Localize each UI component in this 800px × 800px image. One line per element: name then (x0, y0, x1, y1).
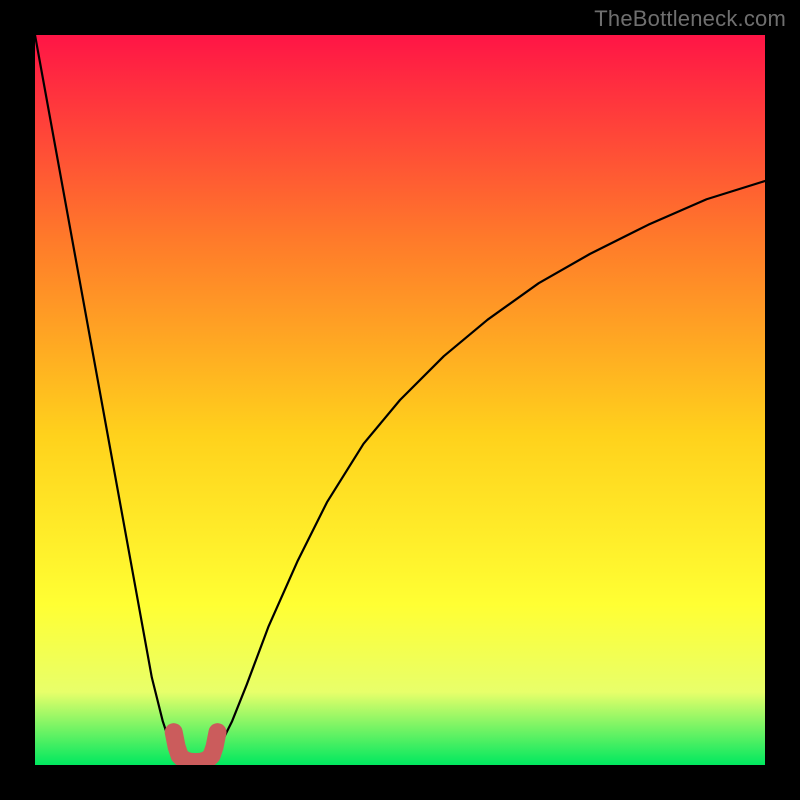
chart-svg (35, 35, 765, 765)
plot-area (35, 35, 765, 765)
chart-frame: TheBottleneck.com (0, 0, 800, 800)
watermark-text: TheBottleneck.com (594, 6, 786, 32)
